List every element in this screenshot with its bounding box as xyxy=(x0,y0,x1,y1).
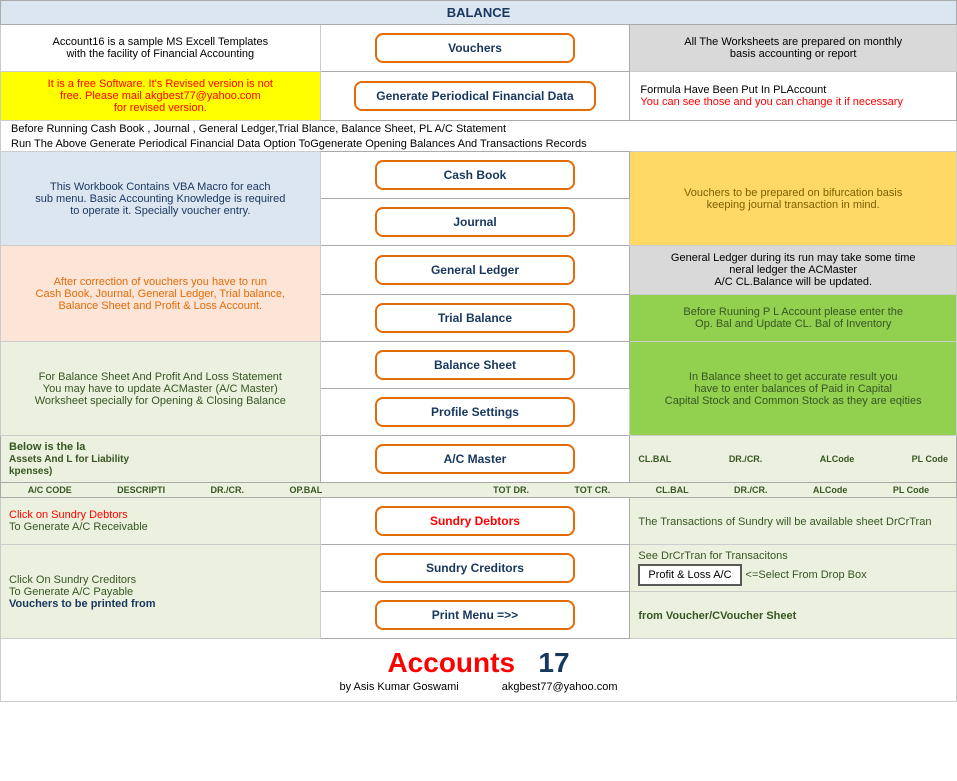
sundry-creditors-cell: Sundry Creditors xyxy=(320,545,630,592)
balance-sheet-cell: Balance Sheet xyxy=(320,342,630,389)
row3-left: This Workbook Contains VBA Macro for eac… xyxy=(1,152,321,246)
footer-email: akgbest77@yahoo.com xyxy=(502,681,618,693)
journal-button[interactable]: Journal xyxy=(375,207,575,237)
sundry-debtors-right-text: The Transactions of Sundry will be avail… xyxy=(638,516,931,528)
profit-loss-box[interactable]: Profit & Loss A/C xyxy=(638,564,741,586)
footer-row: Accounts 17 by Asis Kumar Goswami akgbes… xyxy=(1,639,957,702)
acmaster-kpenses: kpenses) xyxy=(9,466,52,477)
col-ac-code: A/C CODE xyxy=(28,485,72,495)
sundry-debtors-line1: Click on Sundry Debtors xyxy=(9,509,312,521)
balance-label: BALANCE xyxy=(447,5,511,20)
row1-left: Account16 is a sample MS Excell Template… xyxy=(1,25,321,72)
col-cl-bal: CL.BAL xyxy=(638,454,671,464)
acmaster-header-left-text: Below is the la xyxy=(9,441,85,453)
balance-sheet-button[interactable]: Balance Sheet xyxy=(375,350,575,380)
print-menu-right: from Voucher/CVoucher Sheet xyxy=(630,592,957,639)
sundry-debtors-button[interactable]: Sundry Debtors xyxy=(375,506,575,536)
footer-accounts: Accounts xyxy=(387,647,515,678)
row6-right-text: Before Ruuning P L Account please enter … xyxy=(683,306,903,330)
profile-settings-button[interactable]: Profile Settings xyxy=(375,397,575,427)
row7-right: In Balance sheet to get accurate result … xyxy=(630,342,957,436)
info2: Run The Above Generate Periodical Financ… xyxy=(1,137,957,152)
sundry-creditors-line1: Click On Sundry Creditors xyxy=(9,574,312,586)
col-pl-code: PL Code xyxy=(912,454,948,464)
info2-text: Run The Above Generate Periodical Financ… xyxy=(11,138,587,150)
trial-balance-cell: Trial Balance xyxy=(320,295,630,342)
generate-button[interactable]: Generate Periodical Financial Data xyxy=(354,81,595,111)
general-ledger-cell: General Ledger xyxy=(320,246,630,295)
sundry-creditors-button[interactable]: Sundry Creditors xyxy=(375,553,575,583)
row5-left: After correction of vouchers you have to… xyxy=(1,246,321,342)
acmaster-cols-cell: CL.BAL DR./CR. ALCode PL Code xyxy=(630,436,957,483)
row7-left-text: For Balance Sheet And Profit And Loss St… xyxy=(35,371,286,407)
acmaster-header-left: Below is the la Assets And L for Liabili… xyxy=(1,436,321,483)
cashbook-cell: Cash Book xyxy=(320,152,630,199)
row2-left: It is a free Software. It's Revised vers… xyxy=(1,72,321,121)
info1: Before Running Cash Book , Journal , Gen… xyxy=(1,121,957,138)
sundry-creditors-line2: To Generate A/C Payable xyxy=(9,586,312,598)
journal-cell: Journal xyxy=(320,199,630,246)
col-dr-cr2b: DR./CR. xyxy=(734,485,768,495)
col-tot-dr: TOT DR. xyxy=(493,485,529,495)
row1-right: All The Worksheets are prepared on month… xyxy=(630,25,957,72)
footer-number: 17 xyxy=(538,647,569,678)
balance-header: BALANCE xyxy=(1,1,957,25)
col-dr-cr2: DR./CR. xyxy=(729,454,763,464)
col-tot-cr: TOT CR. xyxy=(574,485,610,495)
sundry-creditors-right-line1: See DrCrTran for Transacitons xyxy=(638,550,948,562)
info1-text: Before Running Cash Book , Journal , Gen… xyxy=(11,123,506,135)
vouchers-button[interactable]: Vouchers xyxy=(375,33,575,63)
col-pl-code2: PL Code xyxy=(893,485,929,495)
row7-left: For Balance Sheet And Profit And Loss St… xyxy=(1,342,321,436)
col-descripti: DESCRIPTI xyxy=(117,485,165,495)
sundry-debtors-right: The Transactions of Sundry will be avail… xyxy=(630,498,957,545)
row4-right-line2: neral ledger the ACMaster xyxy=(640,264,946,276)
print-menu-right-text: from Voucher/CVoucher Sheet xyxy=(638,610,796,622)
print-menu-cell: Print Menu =>> xyxy=(320,592,630,639)
col-alcode: ALCode xyxy=(820,454,855,464)
sundry-debtors-left: Click on Sundry Debtors To Generate A/C … xyxy=(1,498,321,545)
accounts-title-row: Accounts 17 xyxy=(5,647,952,679)
row1-left-text: Account16 is a sample MS Excell Template… xyxy=(52,36,268,60)
row3-left-text: This Workbook Contains VBA Macro for eac… xyxy=(35,181,285,217)
col-op-bal: OP.BAL xyxy=(289,485,322,495)
sundry-creditors-left: Click On Sundry Creditors To Generate A/… xyxy=(1,545,321,639)
row2-right: Formula Have Been Put In PLAccount You c… xyxy=(630,72,957,121)
footer-by: by Asis Kumar Goswami xyxy=(339,681,458,693)
sundry-debtors-cell: Sundry Debtors xyxy=(320,498,630,545)
row6-right: Before Ruuning P L Account please enter … xyxy=(630,295,957,342)
col-alcode2: ALCode xyxy=(813,485,848,495)
acmaster-header-right-text: Assets And L for Liability xyxy=(9,454,129,465)
row2-left-text: It is a free Software. It's Revised vers… xyxy=(48,78,273,114)
row2-right-line1: Formula Have Been Put In PLAccount xyxy=(640,84,946,96)
row3-right-text: Vouchers to be prepared on bifurcation b… xyxy=(684,187,902,211)
vouchers-cell: Vouchers xyxy=(320,25,630,72)
sundry-creditors-line3: Vouchers to be printed from xyxy=(9,598,312,610)
acmaster-button[interactable]: A/C Master xyxy=(375,444,575,474)
acmaster-cols-row: A/C CODE DESCRIPTI DR./CR. OP.BAL TOT DR… xyxy=(1,483,957,498)
generate-cell: Generate Periodical Financial Data xyxy=(320,72,630,121)
row7-right-text: In Balance sheet to get accurate result … xyxy=(665,371,922,407)
row2-right-line2: You can see those and you can change it … xyxy=(640,96,946,108)
row4-right-line1: General Ledger during its run may take s… xyxy=(640,252,946,264)
general-ledger-button[interactable]: General Ledger xyxy=(375,255,575,285)
profile-settings-cell: Profile Settings xyxy=(320,389,630,436)
sundry-creditors-right: See DrCrTran for Transacitons Profit & L… xyxy=(630,545,957,592)
col-dr-cr: DR./CR. xyxy=(211,485,245,495)
print-menu-button[interactable]: Print Menu =>> xyxy=(375,600,575,630)
col-spacer xyxy=(368,485,448,495)
acmaster-cell: A/C Master xyxy=(320,436,630,483)
col-cl-bal2: CL.BAL xyxy=(656,485,689,495)
row4-right: General Ledger during its run may take s… xyxy=(630,246,957,295)
row1-right-text: All The Worksheets are prepared on month… xyxy=(684,36,902,60)
row5-left-text: After correction of vouchers you have to… xyxy=(36,276,285,312)
cashbook-button[interactable]: Cash Book xyxy=(375,160,575,190)
footer-sub: by Asis Kumar Goswami akgbest77@yahoo.co… xyxy=(5,681,952,693)
row4-right-line3: A/C CL.Balance will be updated. xyxy=(640,276,946,288)
trial-balance-button[interactable]: Trial Balance xyxy=(375,303,575,333)
select-from-drop-box: <=Select From Drop Box xyxy=(746,569,867,581)
row3-right: Vouchers to be prepared on bifurcation b… xyxy=(630,152,957,246)
sundry-debtors-line2: To Generate A/C Receivable xyxy=(9,521,312,533)
